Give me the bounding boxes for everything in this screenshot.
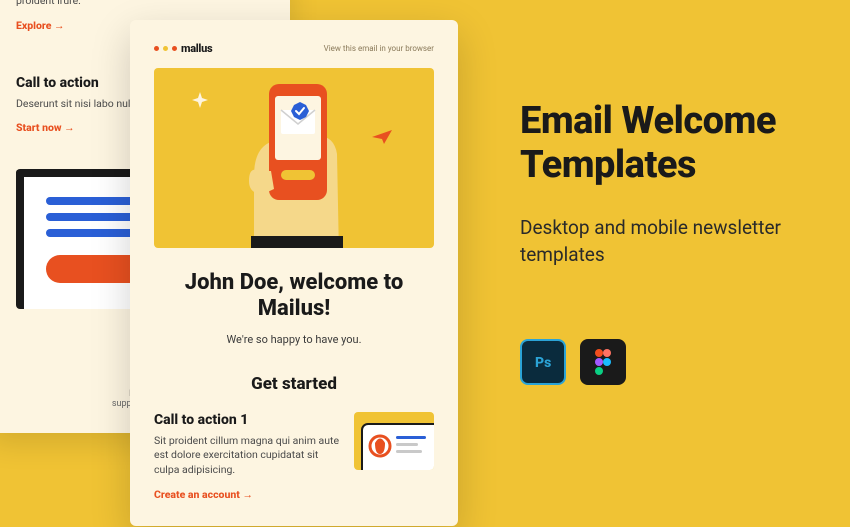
marketing-title: Email Welcome Templates (520, 100, 820, 187)
svg-text:Ps: Ps (535, 355, 551, 371)
welcome-subtext: We're so happy to have you. (154, 333, 434, 346)
brand-logo: mallus (154, 42, 212, 55)
welcome-heading: John Doe, welcome to Mailus! (154, 270, 434, 323)
cta1-title: Call to action 1 (154, 412, 340, 428)
view-in-browser-link[interactable]: View this email in your browser (324, 44, 434, 53)
software-icons: Ps (520, 339, 820, 385)
id-card-illustration (354, 412, 434, 470)
sparkle-icon (192, 92, 208, 108)
figma-icon (580, 339, 626, 385)
marketing-panel: Email Welcome Templates Desktop and mobi… (520, 100, 820, 385)
explore-body-text: proident irure. (16, 0, 264, 9)
cta1-body: Sit proident cillum magna qui anim aute … (154, 434, 340, 478)
marketing-subtitle: Desktop and mobile newsletter templates (520, 215, 820, 268)
get-started-heading: Get started (154, 374, 434, 394)
explore-link[interactable]: Explore → (16, 19, 65, 32)
template-preview-front: mallus View this email in your browser (130, 20, 458, 526)
create-account-link[interactable]: Create an account → (154, 488, 253, 501)
photoshop-icon: Ps (520, 339, 566, 385)
cta1-row: Call to action 1 Sit proident cillum mag… (154, 412, 434, 502)
hero-illustration (154, 68, 434, 248)
paper-plane-icon (372, 130, 392, 144)
start-now-link[interactable]: Start now → (16, 121, 75, 134)
hand-holding-phone-icon (219, 76, 369, 248)
